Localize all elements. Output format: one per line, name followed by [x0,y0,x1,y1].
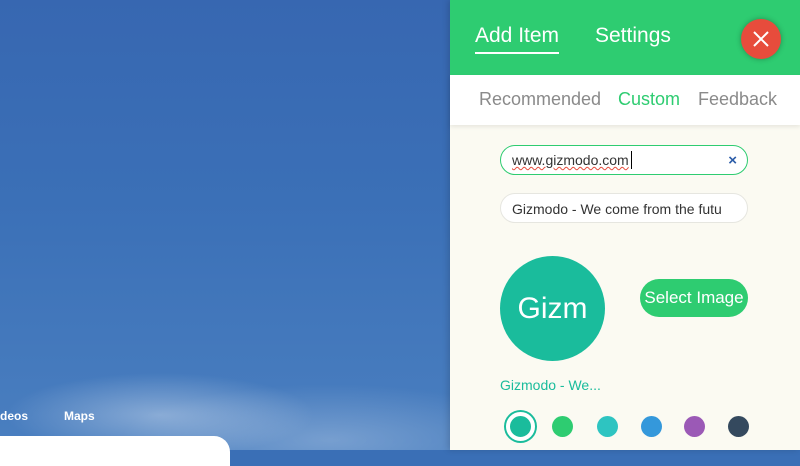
bg-search-box[interactable] [0,436,230,466]
subtab-bar: Recommended Custom Feedback [450,75,800,125]
add-item-panel: Add Item Settings Recommended Custom Fee… [450,0,800,450]
bg-nav-maps[interactable]: Maps [64,409,95,423]
url-input[interactable]: www.gizmodo.com × [500,145,748,175]
close-button[interactable] [741,19,781,59]
swatch-blue[interactable] [641,416,662,437]
subtab-recommended[interactable]: Recommended [479,89,601,110]
select-image-button[interactable]: Select Image [640,279,748,317]
close-icon [753,31,769,47]
url-input-value: www.gizmodo.com [512,152,629,168]
tab-add-item[interactable]: Add Item [475,24,560,54]
clear-icon[interactable]: × [728,152,737,169]
text-caret [631,151,632,169]
subtab-custom[interactable]: Custom [618,89,680,110]
icon-preview-text: Gizm [517,291,588,325]
swatch-cyan[interactable] [597,416,618,437]
tab-settings[interactable]: Settings [595,24,671,48]
title-input-value: Gizmodo - We come from the futu [512,201,722,217]
swatch-teal[interactable] [506,412,535,441]
panel-header: Add Item Settings [450,0,800,75]
title-input[interactable]: Gizmodo - We come from the futu [500,193,748,223]
swatch-green[interactable] [552,416,573,437]
bg-nav-videos[interactable]: deos [0,409,28,423]
preview-label: Gizmodo - We... [500,377,601,393]
subtab-feedback[interactable]: Feedback [698,89,777,110]
swatch-purple[interactable] [684,416,705,437]
icon-preview: Gizm [500,256,605,361]
swatch-navy[interactable] [728,416,749,437]
background-image [0,0,450,450]
